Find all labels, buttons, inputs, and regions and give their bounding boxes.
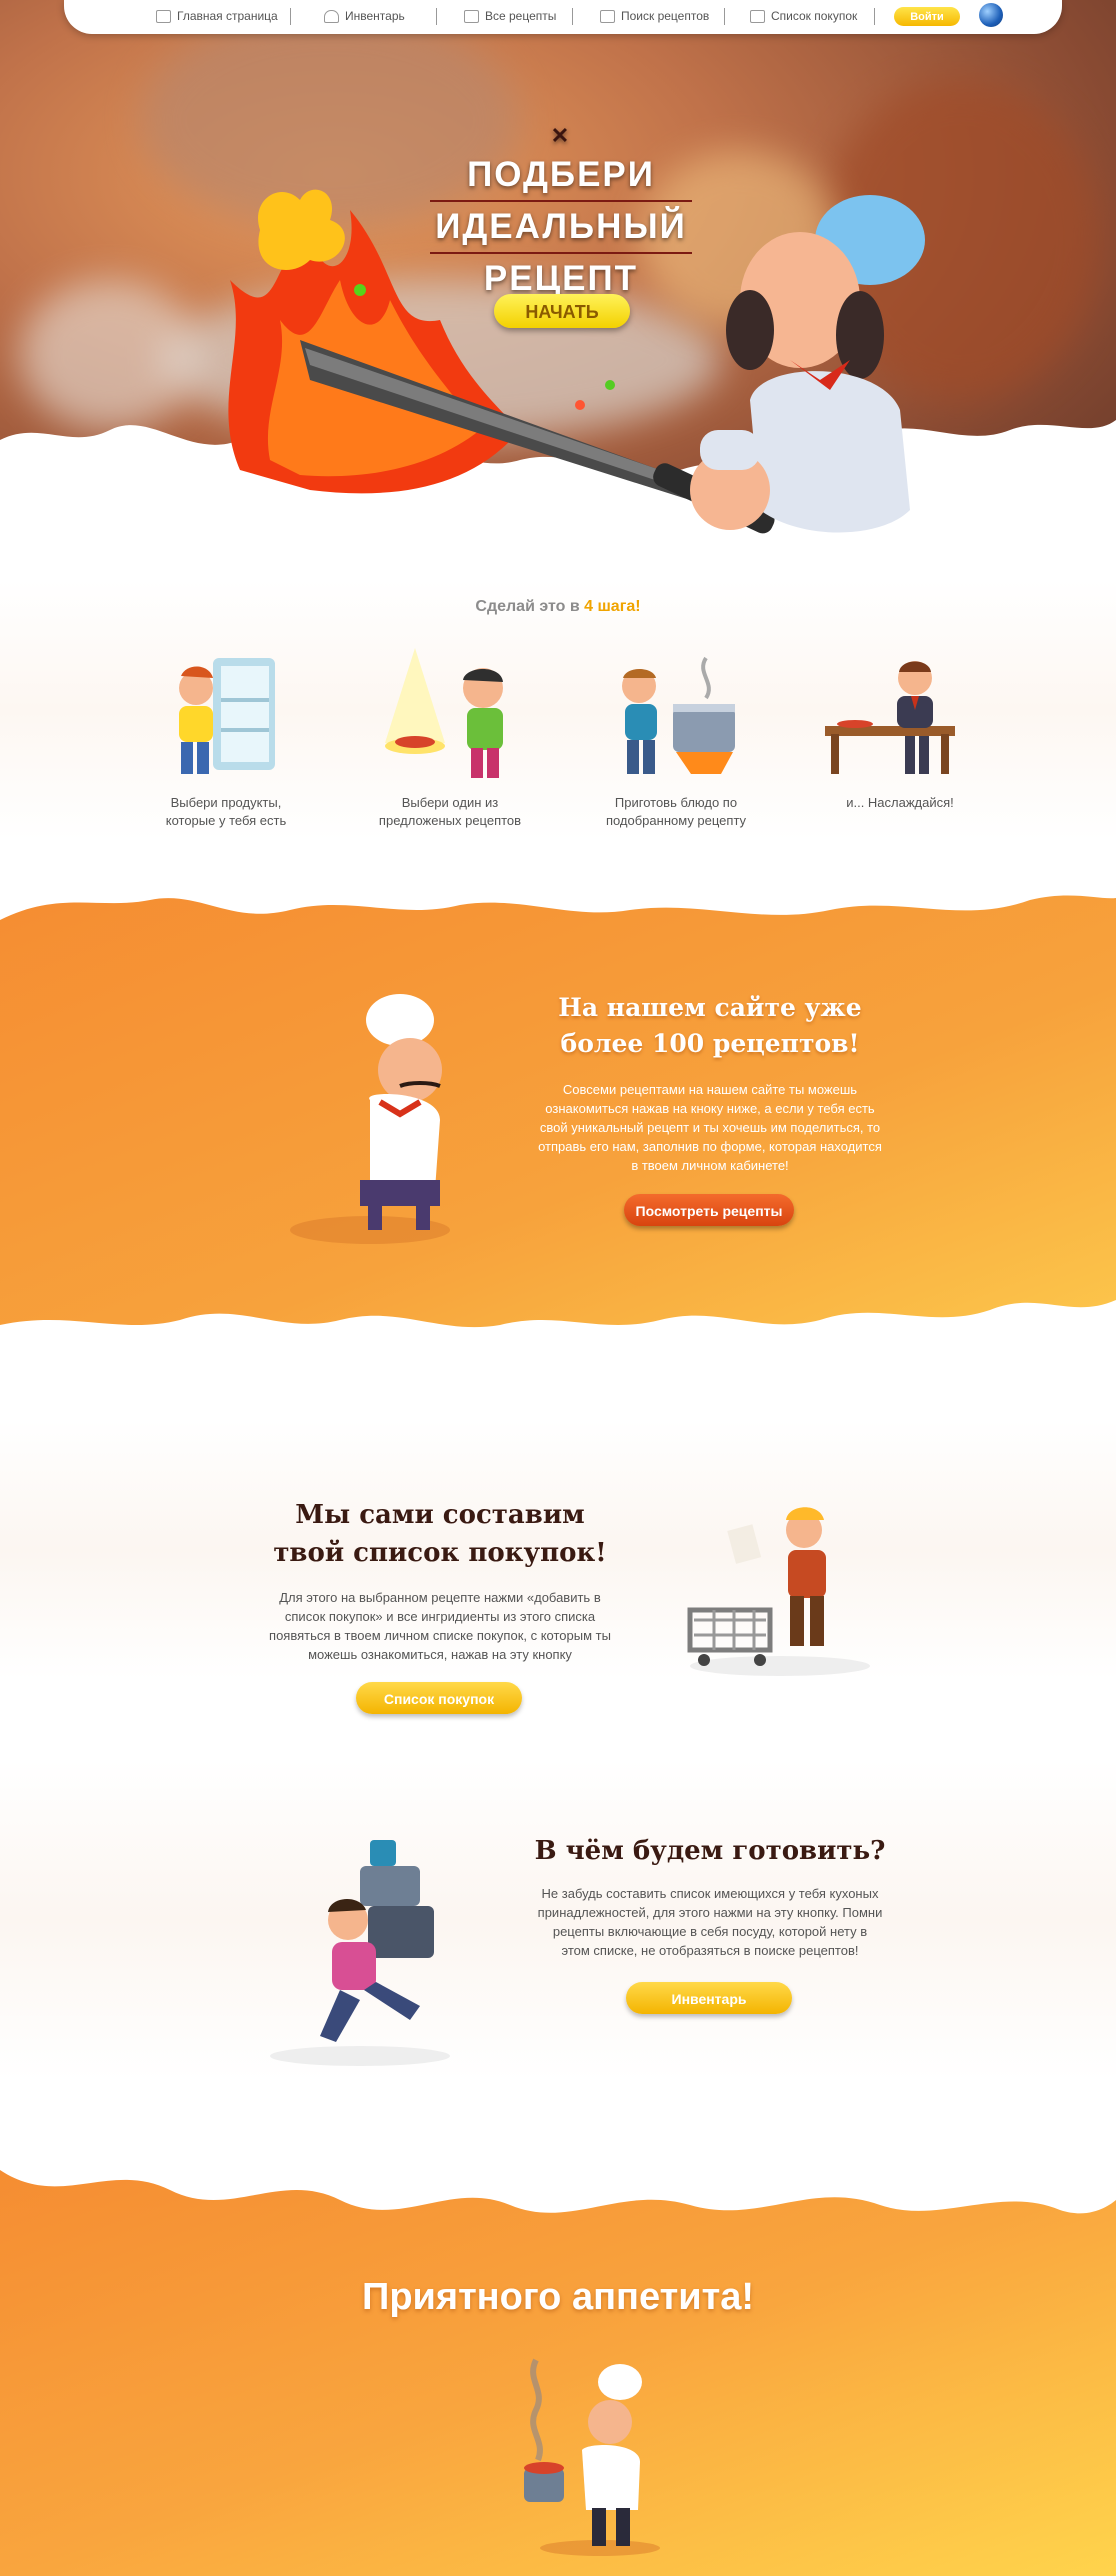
view-recipes-button[interactable]: Посмотреть рецепты	[624, 1194, 794, 1226]
step-1-line-2: которые у тебя есть	[165, 813, 287, 828]
nav-divider	[874, 8, 875, 25]
shopping-text-line: можешь ознакомиться, нажав на эту кнопку	[308, 1647, 572, 1662]
top-navigation: Главная страница Инвентарь Все рецепты П…	[64, 0, 1062, 34]
utensils-icon: ✕	[550, 123, 572, 148]
shopping-cart-illustration	[687, 1507, 870, 1676]
inventory-button[interactable]: Инвентарь	[626, 1982, 792, 2014]
enjoy-meal-illustration	[825, 648, 975, 780]
step-2: Выбери один из предложеных рецептов	[350, 648, 550, 830]
inventory-text-line: Не забудь составить список имеющихся у т…	[541, 1886, 879, 1901]
shopping-title-line-1: Мы сами составим	[295, 1500, 585, 1530]
cooking-illustration	[601, 648, 751, 780]
recipes-section-title: На нашем сайте уже более 100 рецептов!	[520, 990, 900, 1062]
step-1-line-1: Выбери продукты,	[170, 795, 282, 810]
hero-title: ✕ ПОДБЕРИ ИДЕАЛЬНЫЙ РЕЦЕПТ	[430, 122, 692, 304]
nav-home-label: Главная страница	[177, 9, 278, 23]
hero-title-line-2: ИДЕАЛЬНЫЙ	[430, 200, 692, 254]
globe-icon[interactable]	[979, 3, 1003, 27]
nav-shopping-list-label: Список покупок	[771, 9, 858, 23]
steps-title: Сделай это в 4 шага!	[0, 598, 1116, 616]
nav-inventory[interactable]: Инвентарь	[324, 9, 405, 23]
nav-all-recipes-label: Все рецепты	[485, 9, 557, 23]
shopping-section-text: Для этого на выбранном рецепте нажми «до…	[240, 1588, 640, 1664]
inventory-text-line: этом списке, не отобразяться в поиске ре…	[561, 1943, 859, 1958]
recipe-choice-illustration	[375, 648, 525, 780]
nav-divider	[572, 8, 573, 25]
step-4-line-1: и... Наслаждайся!	[846, 795, 954, 810]
nav-home[interactable]: Главная страница	[156, 9, 278, 23]
recipes-text-line: Совсеми рецептами на нашем сайте ты може…	[562, 1082, 858, 1097]
nav-divider	[724, 8, 725, 25]
recipes-text-line: ознакомиться нажав на кноку ниже, а если…	[545, 1101, 875, 1116]
step-2-line-2: предложеных рецептов	[378, 813, 522, 828]
shopping-list-button[interactable]: Список покупок	[356, 1682, 522, 1714]
steps-title-highlight: 4 шага!	[584, 598, 641, 615]
list-icon	[750, 9, 765, 23]
fridge-illustration	[151, 648, 301, 780]
step-3-line-1: Приготовь блюдо по	[614, 795, 738, 810]
inventory-section-title: В чём будем готовить?	[534, 1836, 886, 1866]
nav-divider	[436, 8, 437, 25]
nav-all-recipes[interactable]: Все рецепты	[464, 9, 556, 23]
search-book-icon	[600, 9, 615, 23]
shopping-text-line: появяться в твоем личном списке покупок,…	[269, 1628, 611, 1643]
carrying-pots-illustration	[270, 1840, 450, 2066]
recipes-text-line: в твоем личном кабинете!	[631, 1158, 789, 1173]
shopping-title-line-2: твой список покупок!	[273, 1538, 607, 1568]
step-1: Выбери продукты, которые у тебя есть	[126, 648, 326, 830]
hero-title-line-1: ПОДБЕРИ	[467, 155, 655, 194]
nav-inventory-label: Инвентарь	[345, 9, 405, 23]
inventory-text-line: рецепты включающие в себя посуду, которо…	[552, 1924, 868, 1939]
chef-thinking-illustration	[290, 994, 450, 1244]
login-button[interactable]: Войти	[894, 7, 960, 26]
cart-icon	[464, 9, 479, 23]
step-2-line-1: Выбери один из	[401, 795, 499, 810]
nav-search-recipes[interactable]: Поиск рецептов	[600, 9, 709, 23]
shopping-text-line: список покупок» и все ингридиенты из это…	[284, 1609, 596, 1624]
inventory-text-line: принадлежностей, для этого нажми на эту …	[537, 1905, 883, 1920]
chef-with-pot-illustration	[524, 2358, 660, 2556]
recipes-section-text: Совсеми рецептами на нашем сайте ты може…	[520, 1080, 900, 1175]
recipes-title-line-2: более 100 рецептов!	[560, 1029, 860, 1058]
shopping-section-title: Мы сами составим твой список покупок!	[230, 1496, 650, 1572]
recipes-text-line: отправь его нам, заполнив по форме, кото…	[538, 1139, 882, 1154]
recipes-text-line: свой уникальный рецепт и ты хочешь им по…	[539, 1120, 881, 1135]
step-3: Приготовь блюдо по подобранному рецепту	[576, 648, 776, 830]
inventory-section-text: Не забудь составить список имеющихся у т…	[520, 1884, 900, 1960]
home-icon	[156, 9, 171, 23]
step-4: и... Наслаждайся!	[800, 648, 1000, 812]
nav-search-recipes-label: Поиск рецептов	[621, 9, 710, 23]
pot-icon	[324, 9, 339, 23]
start-button[interactable]: НАЧАТЬ	[494, 294, 630, 328]
shopping-text-line: Для этого на выбранном рецепте нажми «до…	[279, 1590, 601, 1605]
footer-title: Приятного аппетита!	[362, 2276, 754, 2318]
chef-illustration	[690, 195, 925, 533]
nav-shopping-list[interactable]: Список покупок	[750, 9, 857, 23]
recipes-title-line-1: На нашем сайте уже	[558, 993, 862, 1022]
nav-divider	[290, 8, 291, 25]
steps-title-prefix: Сделай это в	[475, 598, 580, 615]
step-3-line-2: подобранному рецепту	[605, 813, 747, 828]
